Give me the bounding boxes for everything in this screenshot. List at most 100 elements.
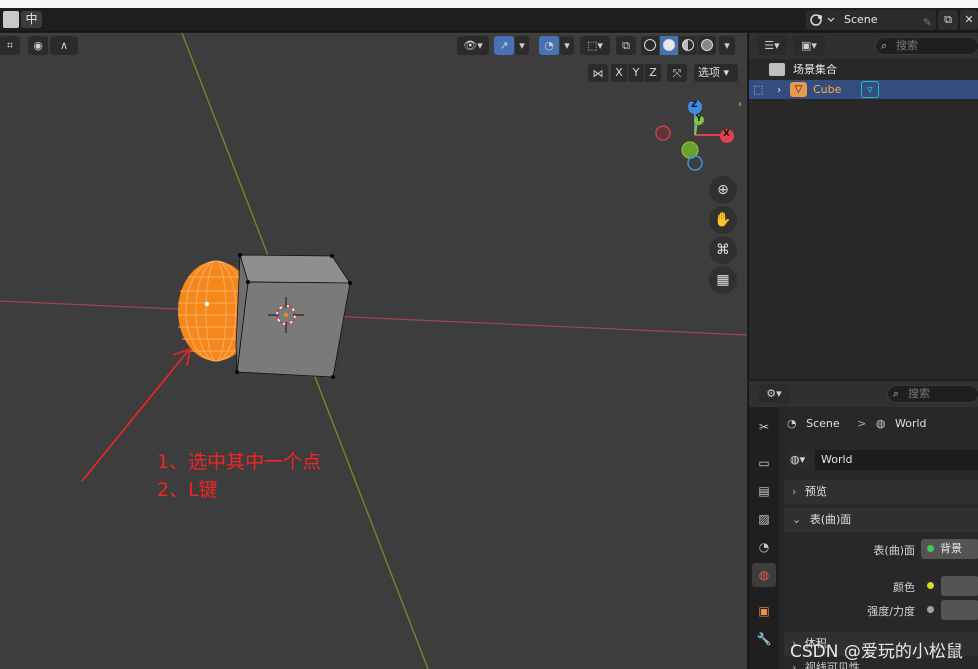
perspective-grid-icon[interactable]: ▦ <box>709 266 737 294</box>
outliner-row-cube[interactable]: ⬚ › ▽ Cube ▿ <box>749 80 978 99</box>
outliner-search-placeholder: 搜索 <box>896 39 918 52</box>
breadcrumb-separator: > <box>857 417 867 430</box>
surface-label: 表(曲)面 <box>873 544 915 557</box>
shader-socket-icon <box>927 545 934 552</box>
solid-shading-icon[interactable] <box>660 36 678 55</box>
breadcrumb-scene[interactable]: Scene <box>806 417 840 430</box>
outliner-editor-type-icon[interactable]: ☰▾ <box>757 36 787 55</box>
gizmo-dropdown-icon[interactable]: ▾ <box>515 36 529 55</box>
options-label: 选项 <box>698 66 720 79</box>
object-icon: ▽ <box>790 82 807 97</box>
surface-panel-header[interactable]: ⌄ 表(曲)面 <box>784 508 978 532</box>
modifier-tab-icon[interactable]: 🔧 <box>752 627 776 651</box>
auto-merge-icon[interactable]: ⤧ <box>667 64 687 82</box>
viewport-canvas[interactable] <box>0 33 747 669</box>
breadcrumb-world[interactable]: World <box>895 417 927 430</box>
language-toggle[interactable]: 中 <box>21 11 42 28</box>
properties-search-placeholder: 搜索 <box>908 387 930 400</box>
properties-header: ⚙▾ ⌕ 搜索 <box>749 381 978 407</box>
expand-chevron-icon: ⌄ <box>792 513 802 526</box>
world-name-field[interactable]: World <box>815 450 978 470</box>
collection-label: 场景集合 <box>793 63 837 76</box>
outliner-header: ☰▾ ▣▾ ⌕ 搜索 <box>749 33 978 59</box>
options-dropdown[interactable]: 选项 ▾ <box>694 64 738 82</box>
mirror-z-button[interactable]: Z <box>645 64 661 82</box>
color-socket-icon[interactable] <box>921 576 939 596</box>
watermark: CSDN @爱玩的小松鼠 <box>790 642 963 662</box>
gizmo-y-label[interactable]: Y <box>696 114 702 123</box>
pan-hand-icon[interactable]: ✋ <box>709 206 737 234</box>
rendered-shading-icon[interactable] <box>698 36 716 55</box>
view-layer-tab-icon[interactable]: ▨ <box>752 507 776 531</box>
shading-dropdown-icon[interactable]: ▾ <box>719 36 735 55</box>
search-icon: ⌕ <box>881 39 888 52</box>
strength-socket-icon[interactable] <box>921 600 939 620</box>
preview-panel-header[interactable]: › 预览 <box>784 480 978 504</box>
strength-label: 强度/力度 <box>867 605 915 618</box>
select-box-icon[interactable]: ⬚ <box>753 80 763 99</box>
world-tab-icon[interactable]: ◍ <box>752 563 776 587</box>
proportional-edit-icon[interactable]: ◉ <box>28 36 48 55</box>
scene-tab-icon[interactable]: ◔ <box>752 535 776 559</box>
expand-chevron-icon[interactable]: › <box>777 80 781 99</box>
surface-shader-field[interactable]: 背景 <box>921 539 978 559</box>
mesh-data-icon[interactable]: ▿ <box>861 81 879 98</box>
camera-view-icon[interactable]: ⌘ <box>709 236 737 264</box>
collapse-chevron-icon: › <box>792 485 797 498</box>
delete-scene-icon[interactable]: ✕ <box>960 10 978 30</box>
overlay-dropdown-icon[interactable]: ▾ <box>560 36 574 55</box>
preview-panel-label: 预览 <box>804 485 827 498</box>
mirror-icon[interactable]: ⋈ <box>588 64 608 82</box>
annotation-step-1: 1、选中其中一个点 <box>157 451 322 473</box>
gizmo-z-label[interactable]: Z <box>691 100 698 110</box>
object-tab-icon[interactable]: ▣ <box>752 599 776 623</box>
pin-icon[interactable]: ✎ <box>923 13 932 33</box>
title-strip <box>0 0 978 8</box>
mirror-x-button[interactable]: X <box>611 64 627 82</box>
world-browse-icon[interactable]: ◍▾ <box>787 450 815 470</box>
sidebar-toggle-icon[interactable]: ‹ <box>738 99 742 110</box>
overlay-toggle-icon[interactable]: ◔ <box>539 36 559 55</box>
scene-name: Scene <box>844 13 878 26</box>
breadcrumb: ◔ Scene > ◍ World <box>787 415 978 433</box>
surface-shader-value: 背景 <box>940 542 962 555</box>
mirror-y-button[interactable]: Y <box>628 64 644 82</box>
mesh-edit-overlay-icon[interactable]: ⬚▾ <box>580 36 610 55</box>
tool-tab-icon[interactable]: ✂ <box>752 415 776 439</box>
cube-object <box>235 253 352 379</box>
render-tab-icon[interactable]: ▭ <box>752 451 776 475</box>
xray-toggle-icon[interactable]: ⧉ <box>616 36 636 55</box>
object-label: Cube <box>813 83 842 96</box>
search-icon: ⌕ <box>893 387 900 400</box>
blender-icon[interactable] <box>3 11 19 28</box>
outliner-search-input[interactable]: ⌕ 搜索 <box>875 37 978 55</box>
viewport-display-label: 视线可见性 <box>804 661 860 669</box>
annotation-step-2: 2、L键 <box>157 479 218 501</box>
properties-search-input[interactable]: ⌕ 搜索 <box>887 385 978 403</box>
falloff-icon[interactable]: ∧ <box>50 36 78 55</box>
color-label: 颜色 <box>893 581 915 594</box>
wireframe-shading-icon[interactable] <box>641 36 659 55</box>
properties-tabs: ✂ ▭ ▤ ▨ ◔ ◍ ▣ 🔧 <box>749 407 779 669</box>
3d-viewport[interactable]: Z X Y ⌗ ◉ ∧ 👁▾ ↗ ▾ ◔ ▾ ⬚▾ ⧉ ▾ ⋈ X Y Z ⤧ … <box>0 33 747 669</box>
output-tab-icon[interactable]: ▤ <box>752 479 776 503</box>
outliner-panel: ☰▾ ▣▾ ⌕ 搜索 场景集合 ⬚ › ▽ Cube ▿ <box>748 33 978 379</box>
new-scene-icon[interactable]: ⧉ <box>938 10 958 30</box>
zoom-icon[interactable]: ⊕ <box>709 176 737 204</box>
gizmo-toggle-icon[interactable]: ↗ <box>494 36 514 55</box>
scene-selector-icon[interactable] <box>806 10 838 30</box>
scene-name-field[interactable]: Scene ✎ <box>838 10 936 30</box>
gizmo-x-label[interactable]: X <box>723 129 730 139</box>
editor-type-icon[interactable]: ⌗ <box>0 36 20 55</box>
world-breadcrumb-icon: ◍ <box>875 417 886 430</box>
collapse-chevron-icon: › <box>792 661 797 669</box>
surface-panel-label: 表(曲)面 <box>809 513 852 526</box>
strength-field[interactable] <box>941 600 978 620</box>
outliner-row-scene-collection[interactable]: 场景集合 <box>749 60 978 79</box>
color-swatch[interactable] <box>941 576 978 596</box>
material-shading-icon[interactable] <box>679 36 697 55</box>
display-mode-icon[interactable]: ▣▾ <box>793 36 825 55</box>
visibility-icon[interactable]: 👁▾ <box>457 36 489 55</box>
properties-editor-type-icon[interactable]: ⚙▾ <box>759 384 789 403</box>
world-properties: ◔ Scene > ◍ World ◍▾ World › 预览 ⌄ 表(曲)面 … <box>779 407 978 669</box>
